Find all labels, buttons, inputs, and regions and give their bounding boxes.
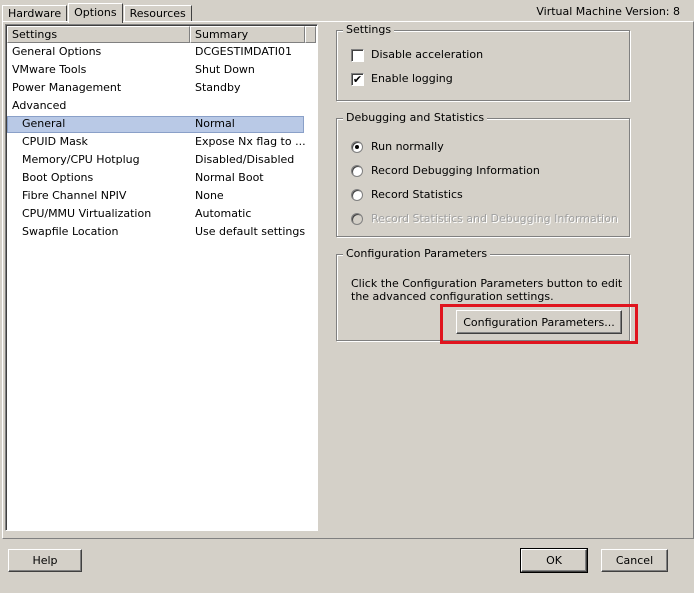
enable-logging-label: Enable logging xyxy=(371,72,453,85)
help-button[interactable]: Help xyxy=(8,549,82,572)
record-statistics-debugging-option: Record Statistics and Debugging Informat… xyxy=(351,211,618,227)
settings-group-title: Settings xyxy=(343,23,395,37)
tab-options[interactable]: Options xyxy=(68,3,123,23)
tab-bar: Hardware Options Resources xyxy=(2,2,193,23)
settings-list[interactable]: Settings Summary General Options DCGESTI… xyxy=(5,24,318,531)
setting-summary: Shut Down xyxy=(195,63,255,76)
list-item-power-management[interactable]: Power Management Standby xyxy=(7,79,316,97)
setting-name: Power Management xyxy=(12,81,122,94)
column-header-settings[interactable]: Settings xyxy=(7,26,190,43)
setting-summary: Automatic xyxy=(195,207,252,220)
setting-summary: Normal xyxy=(195,117,235,130)
debugging-group-title: Debugging and Statistics xyxy=(343,111,488,125)
settings-group: Settings Disable acceleration ✔ Enable l… xyxy=(336,23,630,101)
record-statistics-debugging-label: Record Statistics and Debugging Informat… xyxy=(371,212,618,225)
enable-logging-checkbox[interactable]: ✔ xyxy=(351,72,364,86)
column-header-summary[interactable]: Summary xyxy=(190,26,305,43)
setting-name: Advanced xyxy=(12,99,67,112)
highlight-annotation xyxy=(440,304,638,344)
list-item-advanced[interactable]: Advanced xyxy=(7,97,316,115)
radio-selected-dot xyxy=(355,145,359,149)
tab-hardware[interactable]: Hardware xyxy=(2,5,68,22)
config-description: Click the Configuration Parameters butto… xyxy=(351,277,623,303)
setting-name: Fibre Channel NPIV xyxy=(22,189,127,202)
record-debugging-radio[interactable] xyxy=(351,165,363,177)
setting-summary: Use default settings xyxy=(195,225,306,238)
list-item-vmware-tools[interactable]: VMware Tools Shut Down xyxy=(7,61,316,79)
column-header-filler xyxy=(305,26,316,43)
run-normally-option[interactable]: Run normally xyxy=(351,139,444,155)
run-normally-radio[interactable] xyxy=(351,141,363,153)
checkmark-icon: ✔ xyxy=(352,72,363,86)
tab-resources[interactable]: Resources xyxy=(123,5,192,22)
setting-summary: DCGESTIMDATI01 xyxy=(195,45,292,58)
setting-summary: Disabled/Disabled xyxy=(195,153,295,166)
record-debugging-option[interactable]: Record Debugging Information xyxy=(351,163,540,179)
setting-summary: Expose Nx flag to ... xyxy=(195,135,306,148)
setting-name: VMware Tools xyxy=(12,63,87,76)
setting-name: Swapfile Location xyxy=(22,225,119,238)
debugging-statistics-group: Debugging and Statistics Run normally Re… xyxy=(336,111,630,237)
setting-name: Memory/CPU Hotplug xyxy=(22,153,140,166)
setting-name: CPUID Mask xyxy=(22,135,88,148)
setting-name: General Options xyxy=(12,45,102,58)
list-item-memory-cpu-hotplug[interactable]: Memory/CPU Hotplug Disabled/Disabled xyxy=(7,151,316,169)
disable-acceleration-checkbox[interactable] xyxy=(351,48,364,62)
disable-acceleration-label: Disable acceleration xyxy=(371,48,484,61)
background-window-strip xyxy=(0,593,697,601)
setting-name: CPU/MMU Virtualization xyxy=(22,207,152,220)
list-header: Settings Summary xyxy=(7,26,316,43)
setting-name: General xyxy=(22,117,66,130)
list-item-general[interactable]: General Normal xyxy=(7,115,316,133)
list-item-cpuid-mask[interactable]: CPUID Mask Expose Nx flag to ... xyxy=(7,133,316,151)
cancel-button[interactable]: Cancel xyxy=(601,549,668,572)
list-item-general-options[interactable]: General Options DCGESTIMDATI01 xyxy=(7,43,316,61)
vm-version-label: Virtual Machine Version: 8 xyxy=(536,5,680,18)
config-group-title: Configuration Parameters xyxy=(343,247,491,261)
disable-acceleration-option[interactable]: Disable acceleration xyxy=(351,47,483,63)
run-normally-label: Run normally xyxy=(371,140,444,153)
record-statistics-option[interactable]: Record Statistics xyxy=(351,187,463,203)
list-item-boot-options[interactable]: Boot Options Normal Boot xyxy=(7,169,316,187)
list-item-fibre-channel-npiv[interactable]: Fibre Channel NPIV None xyxy=(7,187,316,205)
setting-summary: Normal Boot xyxy=(195,171,264,184)
record-statistics-debugging-radio xyxy=(351,213,363,225)
list-item-cpu-mmu-virtualization[interactable]: CPU/MMU Virtualization Automatic xyxy=(7,205,316,223)
list-item-swapfile-location[interactable]: Swapfile Location Use default settings xyxy=(7,223,316,241)
ok-button[interactable]: OK xyxy=(520,548,588,573)
enable-logging-option[interactable]: ✔ Enable logging xyxy=(351,71,453,87)
record-statistics-radio[interactable] xyxy=(351,189,363,201)
setting-name: Boot Options xyxy=(22,171,94,184)
setting-summary: Standby xyxy=(195,81,241,94)
setting-summary: None xyxy=(195,189,224,202)
record-debugging-label: Record Debugging Information xyxy=(371,164,540,177)
record-statistics-label: Record Statistics xyxy=(371,188,463,201)
